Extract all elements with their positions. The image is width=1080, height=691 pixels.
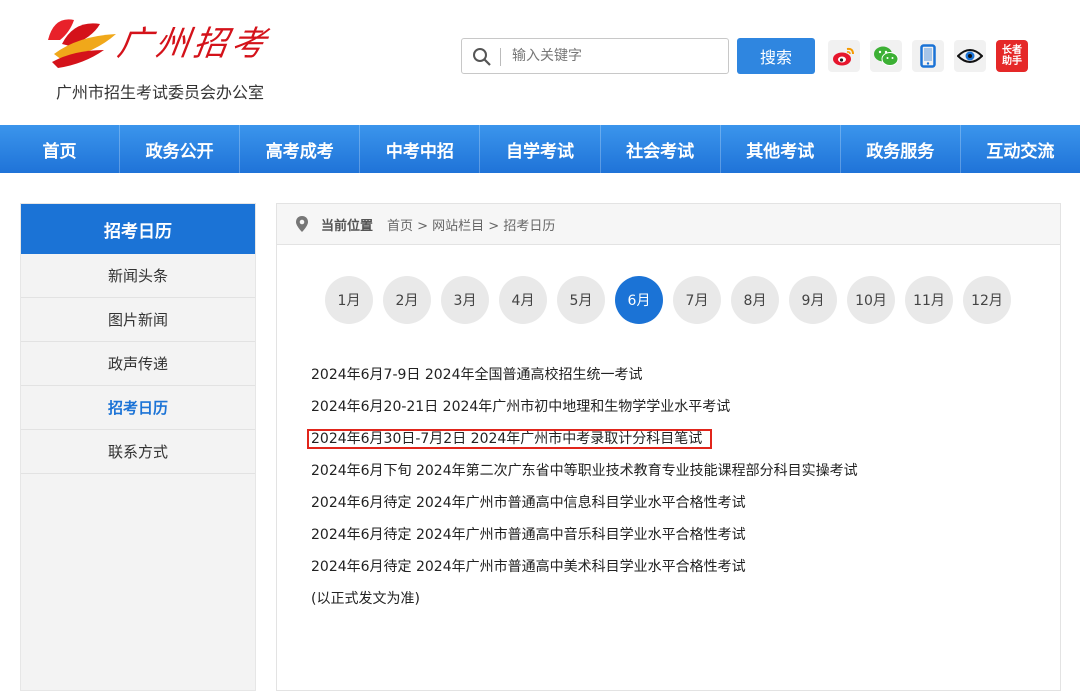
search-icon: [473, 48, 491, 66]
month-button-5[interactable]: 5月: [557, 276, 605, 324]
month-button-11[interactable]: 11月: [905, 276, 953, 324]
list-item[interactable]: 2024年6月7-9日 2024年全国普通高校招生统一考试: [311, 362, 1031, 394]
month-button-4[interactable]: 4月: [499, 276, 547, 324]
month-button-9[interactable]: 9月: [789, 276, 837, 324]
main-nav: 首页 政务公开 高考成考 中考中招 自学考试 社会考试 其他考试 政务服务 互动…: [0, 125, 1080, 173]
nav-item-self-study-exam[interactable]: 自学考试: [480, 125, 601, 173]
breadcrumb: 当前位置 首页 > 网站栏目 > 招考日历: [277, 204, 1060, 245]
list-item[interactable]: 2024年6月20-21日 2024年广州市初中地理和生物学学业水平考试: [311, 394, 1031, 426]
month-button-12[interactable]: 12月: [963, 276, 1011, 324]
wechat-icon[interactable]: [870, 40, 902, 72]
month-button-3[interactable]: 3月: [441, 276, 489, 324]
main-content: 当前位置 首页 > 网站栏目 > 招考日历 1月 2月 3月 4月 5月 6月 …: [276, 203, 1061, 691]
flower-logo-icon: [48, 19, 116, 68]
list-item-highlighted[interactable]: 2024年6月30日-7月2日 2024年广州市中考录取计分科目笔试: [307, 426, 1031, 458]
nav-item-social-exam[interactable]: 社会考试: [601, 125, 721, 173]
search-button[interactable]: 搜索: [737, 38, 815, 74]
sidebar: 招考日历 新闻头条 图片新闻 政声传递 招考日历 联系方式: [20, 203, 256, 691]
footnote: (以正式发文为准): [311, 591, 420, 607]
nav-item-zhongkao[interactable]: 中考中招: [360, 125, 481, 173]
site-logo[interactable]: 广州招考 广州市招生考试委员会办公室: [40, 8, 280, 102]
nav-item-government-affairs[interactable]: 政务公开: [120, 125, 241, 173]
nav-item-gaokao[interactable]: 高考成考: [240, 125, 361, 173]
logo-title: 广州招考: [114, 24, 273, 64]
sidebar-item-contact[interactable]: 联系方式: [21, 430, 255, 474]
elder-badge-line1: 长者: [1002, 45, 1022, 56]
month-button-1[interactable]: 1月: [325, 276, 373, 324]
elder-badge-line2: 助手: [1002, 56, 1022, 67]
list-item[interactable]: 2024年6月下旬 2024年第二次广东省中等职业技术教育专业技能课程部分科目实…: [311, 458, 1031, 490]
search-box: [461, 38, 729, 74]
event-list: 2024年6月7-9日 2024年全国普通高校招生统一考试 2024年6月20-…: [307, 362, 1031, 618]
month-selector: 1月 2月 3月 4月 5月 6月 7月 8月 9月 10月 11月 12月: [325, 276, 1011, 324]
list-item[interactable]: 2024年6月待定 2024年广州市普通高中信息科目学业水平合格性考试: [311, 490, 1031, 522]
location-pin-icon: [296, 216, 308, 232]
sidebar-item-announcements[interactable]: 政声传递: [21, 342, 255, 386]
weibo-icon[interactable]: [828, 40, 860, 72]
month-button-8[interactable]: 8月: [731, 276, 779, 324]
sidebar-item-headlines[interactable]: 新闻头条: [21, 254, 255, 298]
nav-item-other-exam[interactable]: 其他考试: [721, 125, 841, 173]
month-button-10[interactable]: 10月: [847, 276, 895, 324]
nav-item-interaction[interactable]: 互动交流: [961, 125, 1080, 173]
breadcrumb-path[interactable]: 首页 > 网站栏目 > 招考日历: [387, 215, 555, 234]
logo-subtitle: 广州市招生考试委员会办公室: [56, 83, 265, 102]
month-button-7[interactable]: 7月: [673, 276, 721, 324]
mobile-app-icon[interactable]: [912, 40, 944, 72]
list-item[interactable]: 2024年6月待定 2024年广州市普通高中美术科目学业水平合格性考试: [311, 554, 1031, 586]
month-button-6[interactable]: 6月: [615, 276, 663, 324]
accessibility-eye-icon[interactable]: [954, 40, 986, 72]
breadcrumb-label: 当前位置: [321, 218, 374, 234]
nav-item-home[interactable]: 首页: [0, 125, 121, 173]
list-item[interactable]: 2024年6月待定 2024年广州市普通高中音乐科目学业水平合格性考试: [311, 522, 1031, 554]
month-button-2[interactable]: 2月: [383, 276, 431, 324]
sidebar-item-exam-calendar[interactable]: 招考日历: [21, 386, 255, 430]
sidebar-title: 招考日历: [21, 204, 255, 254]
site-header: 广州招考 广州市招生考试委员会办公室 搜索: [0, 0, 1080, 118]
search-divider: [500, 48, 501, 66]
sidebar-item-photo-news[interactable]: 图片新闻: [21, 298, 255, 342]
nav-item-government-service[interactable]: 政务服务: [841, 125, 961, 173]
elder-assistant-icon[interactable]: 长者 助手: [996, 40, 1028, 72]
search-input[interactable]: [512, 41, 722, 71]
